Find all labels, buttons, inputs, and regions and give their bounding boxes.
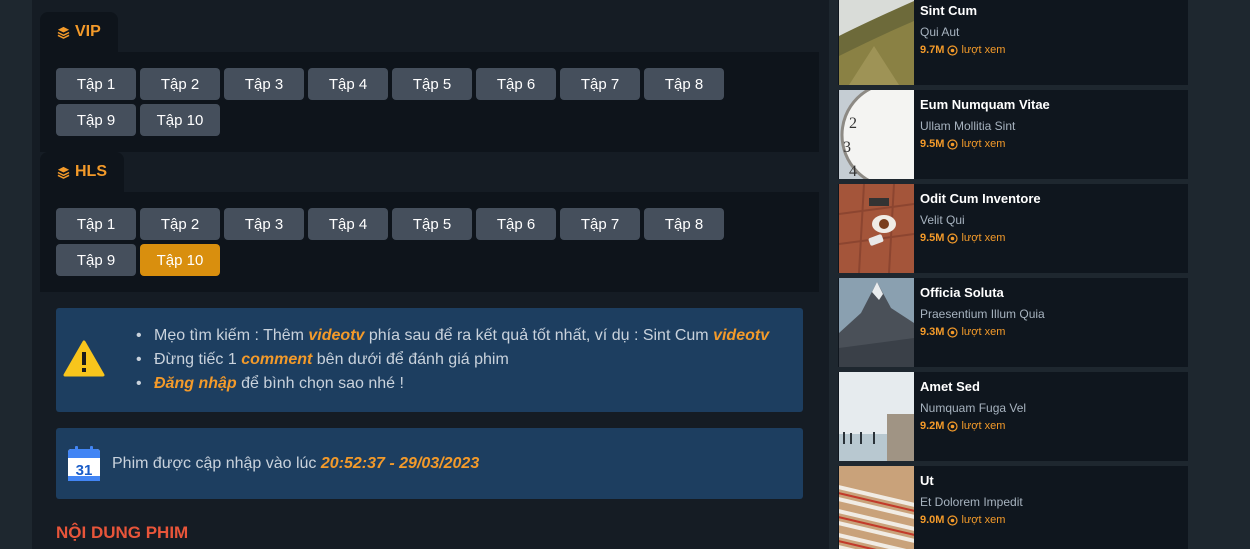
movie-subtitle: Qui Aut <box>920 25 960 39</box>
episode-button[interactable]: Tập 8 <box>644 208 724 240</box>
update-time-alert: 31 Phim được cập nhập vào lúc 20:52:37 -… <box>56 428 803 499</box>
episode-button[interactable]: Tập 1 <box>56 68 136 100</box>
movie-thumbnail: 2 3 4 <box>839 90 914 179</box>
episode-button[interactable]: Tập 9 <box>56 104 136 136</box>
movie-thumbnail <box>839 184 914 273</box>
login-link[interactable]: Đăng nhập <box>154 375 237 392</box>
movie-card[interactable]: Ut Et Dolorem Impedit 9.0M lượt xem <box>838 466 1188 549</box>
episode-button[interactable]: Tập 4 <box>308 208 388 240</box>
movie-subtitle: Velit Qui <box>920 213 965 227</box>
episode-button[interactable]: Tập 3 <box>224 208 304 240</box>
movie-views: 9.5M lượt xem <box>920 138 1006 150</box>
episode-button[interactable]: Tập 5 <box>392 208 472 240</box>
movie-subtitle: Ullam Mollitia Sint <box>920 119 1016 133</box>
server-name: HLS <box>75 163 107 180</box>
movie-subtitle: Praesentium Illum Quia <box>920 307 1045 321</box>
movie-title: Odit Cum Inventore <box>920 191 1041 206</box>
movie-card[interactable]: Odit Cum Inventore Velit Qui 9.5M lượt xe… <box>838 184 1188 273</box>
episode-button[interactable]: Tập 2 <box>140 208 220 240</box>
eye-icon <box>947 326 959 338</box>
server-name: VIP <box>75 23 101 40</box>
tip-item: • Đăng nhập để bình chọn sao nhé ! <box>136 375 404 392</box>
layers-icon <box>57 26 70 39</box>
movie-card[interactable]: Sint Cum Qui Aut 9.7M lượt xem <box>838 0 1188 85</box>
episode-button[interactable]: Tập 1 <box>56 208 136 240</box>
search-tips-alert: • Mẹo tìm kiếm : Thêm videotv phía sau để… <box>56 308 803 412</box>
movie-subtitle: Et Dolorem Impedit <box>920 495 1023 509</box>
tip-item: • Đừng tiếc 1 comment bên dưới để đánh gi… <box>136 351 509 368</box>
episode-button[interactable]: Tập 8 <box>644 68 724 100</box>
episode-button[interactable]: Tập 5 <box>392 68 472 100</box>
movie-title: Amet Sed <box>920 379 980 394</box>
movie-thumbnail <box>839 0 914 85</box>
movie-subtitle: Numquam Fuga Vel <box>920 401 1027 415</box>
server-tab-hls[interactable]: HLS <box>40 152 124 192</box>
update-time: 20:52:37 - 29/03/2023 <box>320 455 480 472</box>
episode-button[interactable]: Tập 6 <box>476 208 556 240</box>
episode-button[interactable]: Tập 2 <box>140 68 220 100</box>
warning-icon <box>63 340 105 377</box>
episode-button[interactable]: Tập 7 <box>560 208 640 240</box>
movie-card[interactable]: Amet Sed Numquam Fuga Vel 9.2M lượt xem <box>838 372 1188 461</box>
eye-icon <box>947 420 959 432</box>
movie-views: 9.7M lượt xem <box>920 44 1006 56</box>
svg-text:31: 31 <box>76 462 93 479</box>
movie-views: 9.2M lượt xem <box>920 420 1006 432</box>
eye-icon <box>947 138 959 150</box>
movie-views: 9.5M lượt xem <box>920 232 1006 244</box>
tips-list: • Mẹo tìm kiếm : Thêm videotv phía sau để… <box>136 324 769 396</box>
tip-item: • Mẹo tìm kiếm : Thêm videotv phía sau để… <box>136 327 770 344</box>
movie-thumbnail <box>839 372 914 461</box>
episode-button[interactable]: Tập 3 <box>224 68 304 100</box>
episode-button[interactable]: Tập 7 <box>560 68 640 100</box>
calendar-icon: 31 <box>68 446 100 481</box>
episode-button[interactable]: Tập 6 <box>476 68 556 100</box>
movie-title: Officia Soluta <box>920 285 1004 300</box>
eye-icon <box>947 514 959 526</box>
episode-list-hls: Tập 1 Tập 2 Tập 3 Tập 4 Tập 5 Tập 6 Tập … <box>40 192 819 292</box>
episode-list-vip: Tập 1 Tập 2 Tập 3 Tập 4 Tập 5 Tập 6 Tập … <box>40 52 819 152</box>
svg-text:2: 2 <box>849 115 857 132</box>
episode-button[interactable]: Tập 9 <box>56 244 136 276</box>
episode-button[interactable]: Tập 10 <box>140 104 220 136</box>
layers-icon <box>57 166 70 179</box>
movie-thumbnail <box>839 466 914 549</box>
movie-card[interactable]: Officia Soluta Praesentium Illum Quia 9.… <box>838 278 1188 367</box>
eye-icon <box>947 232 959 244</box>
popular-sidebar: Sint Cum Qui Aut 9.7M lượt xem 2 3 4 Eum Nu… <box>838 0 1188 549</box>
movie-card[interactable]: 2 3 4 Eum Numquam Vitae Ullam Mollitia Sin… <box>838 90 1188 179</box>
movie-title: Ut <box>920 473 934 488</box>
update-text: Phim được cập nhập vào lúc 20:52:37 - 29… <box>112 455 480 472</box>
episode-button[interactable]: Tập 4 <box>308 68 388 100</box>
server-tab-vip[interactable]: VIP <box>40 12 118 52</box>
eye-icon <box>947 44 959 56</box>
episode-button-active[interactable]: Tập 10 <box>140 244 220 276</box>
movie-views: 9.0M lượt xem <box>920 514 1006 526</box>
movie-title: Sint Cum <box>920 3 978 18</box>
svg-text:4: 4 <box>849 163 857 179</box>
movie-views: 9.3M lượt xem <box>920 326 1006 338</box>
section-title: NỘI DUNG PHIM <box>56 523 189 542</box>
movie-thumbnail <box>839 278 914 367</box>
svg-text:3: 3 <box>843 139 851 156</box>
movie-title: Eum Numquam Vitae <box>920 97 1050 112</box>
